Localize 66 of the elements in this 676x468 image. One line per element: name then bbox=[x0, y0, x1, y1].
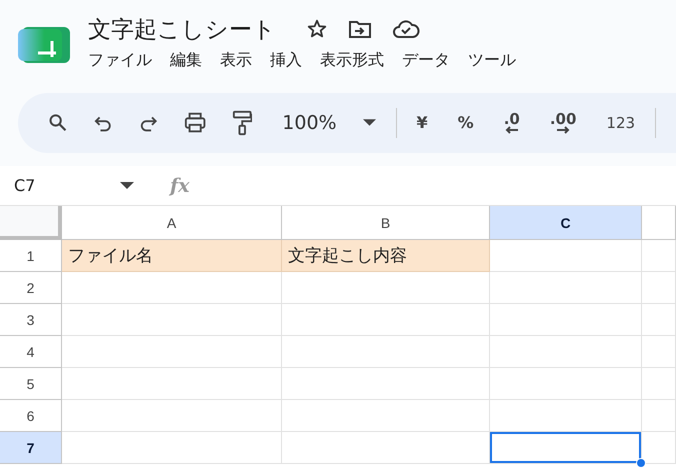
column-header[interactable] bbox=[642, 206, 676, 240]
table-cell[interactable] bbox=[62, 304, 282, 336]
row-header[interactable]: 3 bbox=[0, 304, 62, 336]
table-cell[interactable] bbox=[642, 304, 676, 336]
row-header[interactable]: 2 bbox=[0, 272, 62, 304]
left-arrow-icon bbox=[504, 126, 519, 134]
table-cell[interactable] bbox=[490, 368, 642, 400]
menu-item[interactable]: 編集 bbox=[170, 50, 202, 71]
menu-item[interactable]: 表示 bbox=[220, 50, 252, 71]
redo-icon[interactable] bbox=[139, 114, 158, 132]
folder-icon[interactable] bbox=[348, 19, 372, 39]
undo-icon[interactable] bbox=[94, 114, 113, 132]
right-arrow-icon bbox=[556, 126, 570, 134]
table-cell[interactable] bbox=[490, 336, 642, 368]
number-format-button[interactable]: 123 bbox=[606, 116, 636, 130]
menu-item[interactable]: 表示形式 bbox=[320, 50, 384, 71]
menu-item[interactable]: ファイル bbox=[88, 50, 152, 71]
table-cell[interactable] bbox=[282, 368, 490, 400]
star-icon[interactable] bbox=[306, 18, 328, 40]
table-cell[interactable] bbox=[282, 336, 490, 368]
zoom-dropdown[interactable]: 100% bbox=[282, 112, 337, 134]
column-header[interactable]: A bbox=[62, 206, 282, 240]
currency-button[interactable]: ¥ bbox=[416, 116, 428, 130]
table-cell[interactable] bbox=[642, 400, 676, 432]
print-icon[interactable] bbox=[184, 112, 206, 134]
table-cell[interactable] bbox=[490, 304, 642, 336]
table-cell[interactable] bbox=[282, 400, 490, 432]
row-header[interactable]: 4 bbox=[0, 336, 62, 368]
column-header[interactable]: B bbox=[282, 206, 490, 240]
table-cell[interactable] bbox=[62, 432, 282, 464]
table-cell[interactable]: ファイル名 bbox=[62, 240, 282, 272]
menu-item[interactable]: ツール bbox=[468, 50, 516, 71]
function-label: fx bbox=[170, 174, 190, 196]
table-cell[interactable] bbox=[490, 272, 642, 304]
column-header[interactable]: C bbox=[490, 206, 642, 240]
search-icon[interactable] bbox=[48, 112, 68, 134]
cell-reference[interactable]: C7 bbox=[14, 176, 120, 195]
table-cell[interactable] bbox=[282, 272, 490, 304]
table-cell[interactable] bbox=[62, 272, 282, 304]
paint-roller-icon[interactable] bbox=[232, 110, 252, 136]
table-cell[interactable] bbox=[62, 336, 282, 368]
table-cell[interactable] bbox=[642, 368, 676, 400]
percent-button[interactable]: % bbox=[458, 116, 474, 130]
decimal-increase-button[interactable]: .00 bbox=[550, 112, 576, 134]
sheets-logo-icon[interactable] bbox=[18, 27, 70, 63]
row-header[interactable]: 7 bbox=[0, 432, 62, 464]
select-all-corner[interactable] bbox=[0, 206, 62, 240]
table-cell[interactable] bbox=[62, 368, 282, 400]
menu-item[interactable]: データ bbox=[402, 50, 450, 71]
menu-item[interactable]: 挿入 bbox=[270, 50, 302, 71]
cloud-check-icon[interactable] bbox=[392, 19, 420, 39]
caret-icon[interactable] bbox=[120, 182, 134, 190]
table-cell[interactable] bbox=[62, 400, 282, 432]
table-cell[interactable] bbox=[642, 336, 676, 368]
caret-icon[interactable] bbox=[362, 119, 376, 127]
table-cell[interactable] bbox=[282, 432, 490, 464]
table-cell[interactable] bbox=[642, 240, 676, 272]
table-cell[interactable]: 文字起こし内容 bbox=[282, 240, 490, 272]
table-cell[interactable] bbox=[490, 240, 642, 272]
table-cell[interactable] bbox=[642, 272, 676, 304]
table-cell[interactable] bbox=[490, 400, 642, 432]
document-title[interactable]: 文字起こしシート bbox=[88, 14, 276, 44]
row-header[interactable]: 5 bbox=[0, 368, 62, 400]
table-cell[interactable] bbox=[282, 304, 490, 336]
fill-handle[interactable] bbox=[636, 458, 646, 468]
decimal-decrease-button[interactable]: .0 bbox=[504, 112, 520, 134]
